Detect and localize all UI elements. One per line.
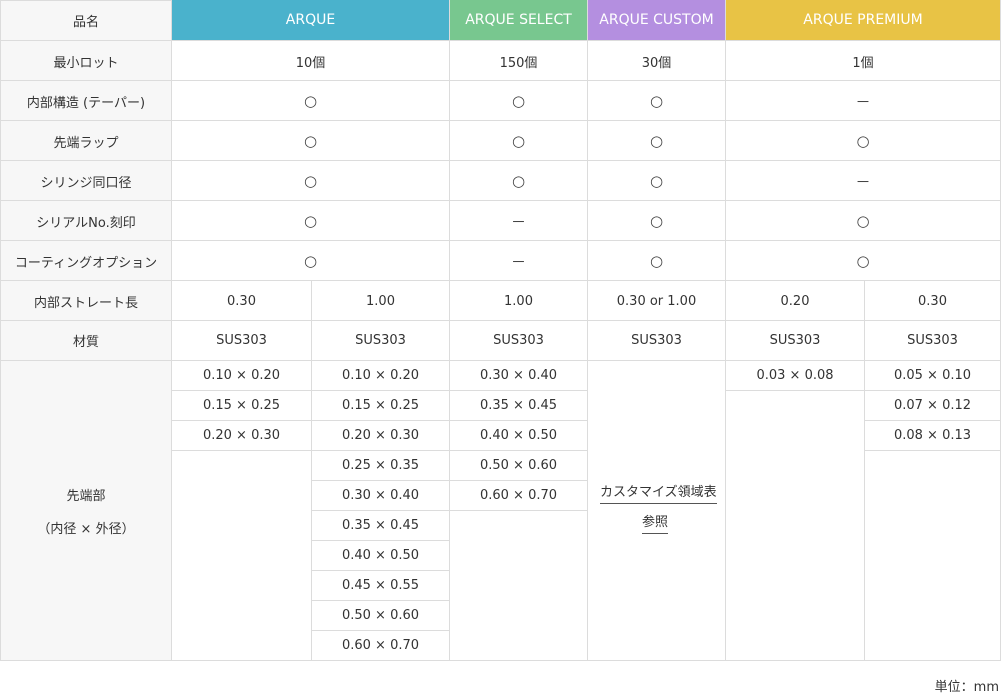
row-label: コーティングオプション	[0, 241, 172, 281]
value-premium: －	[726, 81, 1001, 121]
value-arque-b: 1.00	[312, 281, 450, 321]
row-tip-lap: 先端ラップ ○ ○ ○ ○	[0, 121, 1001, 161]
value-arque: ○	[172, 241, 450, 281]
row-straight-length: 内部ストレート長 0.30 1.00 1.00 0.30 or 1.00 0.2…	[0, 281, 1001, 321]
value-premium-a: 0.20	[726, 281, 865, 321]
row-serial: シリアルNo.刻印 ○ － ○ ○	[0, 201, 1001, 241]
tip-premium-a-0: 0.03 × 0.08	[726, 361, 864, 391]
value-select: 1.00	[450, 281, 588, 321]
tip-premium-b-2: 0.08 × 0.13	[865, 421, 1000, 451]
value-select: SUS303	[450, 321, 588, 360]
tip-label-line1: 先端部	[66, 489, 106, 504]
value-custom: 30個	[588, 41, 726, 81]
value-arque: ○	[172, 81, 450, 121]
tip-arque-b-8: 0.50 × 0.60	[312, 601, 449, 631]
tip-select-2: 0.40 × 0.50	[450, 421, 587, 451]
tip-arque-a-2: 0.20 × 0.30	[172, 421, 311, 451]
value-premium-b: 0.30	[865, 281, 1001, 321]
tip-arque-a-1: 0.15 × 0.25	[172, 391, 311, 421]
tip-premium-b-1: 0.07 × 0.12	[865, 391, 1000, 421]
value-premium: ○	[726, 121, 1001, 161]
tip-select-3: 0.50 × 0.60	[450, 451, 587, 481]
value-arque-a: SUS303	[172, 321, 312, 360]
row-label: 先端ラップ	[0, 121, 172, 161]
tip-section: 先端部 （内径 × 外径） 0.10 × 0.20 0.15 × 0.25 0.…	[0, 361, 1001, 661]
tip-arque-b-9: 0.60 × 0.70	[312, 631, 449, 661]
value-select: －	[450, 201, 588, 241]
row-coating: コーティングオプション ○ － ○ ○	[0, 241, 1001, 281]
value-custom: ○	[588, 121, 726, 161]
tip-select-4: 0.60 × 0.70	[450, 481, 587, 511]
value-select: ○	[450, 81, 588, 121]
custom-ref-link-1[interactable]: カスタマイズ領域表	[600, 481, 717, 504]
row-label: 内部構造 (テーパー)	[0, 81, 172, 121]
tip-arque-b-3: 0.25 × 0.35	[312, 451, 449, 481]
value-custom: ○	[588, 81, 726, 121]
value-select: ○	[450, 121, 588, 161]
value-premium: －	[726, 161, 1001, 201]
tip-arque-b-7: 0.45 × 0.55	[312, 571, 449, 601]
tip-arque-b-4: 0.30 × 0.40	[312, 481, 449, 511]
tip-arque-b-5: 0.35 × 0.45	[312, 511, 449, 541]
row-min-lot: 最小ロット 10個 150個 30個 1個	[0, 41, 1001, 81]
row-label: 最小ロット	[0, 41, 172, 81]
unit-note: 単位：mm	[934, 680, 999, 695]
tip-arque-b-0: 0.10 × 0.20	[312, 361, 449, 391]
row-label: シリアルNo.刻印	[0, 201, 172, 241]
custom-ref-link-2[interactable]: 参照	[642, 511, 669, 534]
row-label: シリンジ同口径	[0, 161, 172, 201]
header-label: 品名	[0, 0, 172, 40]
header-arque-custom: ARQUE CUSTOM	[588, 0, 726, 40]
tip-arque-b-2: 0.20 × 0.30	[312, 421, 449, 451]
row-syringe: シリンジ同口径 ○ ○ ○ －	[0, 161, 1001, 201]
value-arque: ○	[172, 121, 450, 161]
value-custom: SUS303	[588, 321, 726, 360]
value-premium: 1個	[726, 41, 1001, 81]
value-arque-a: 0.30	[172, 281, 312, 321]
row-taper: 内部構造 (テーパー) ○ ○ ○ －	[0, 81, 1001, 121]
tip-arque-a-0: 0.10 × 0.20	[172, 361, 311, 391]
header-arque-select: ARQUE SELECT	[450, 0, 588, 40]
value-arque: 10個	[172, 41, 450, 81]
header-row: 品名 ARQUE ARQUE SELECT ARQUE CUSTOM ARQUE…	[0, 0, 1001, 40]
tip-premium-b-0: 0.05 × 0.10	[865, 361, 1000, 391]
header-arque: ARQUE	[172, 0, 450, 40]
value-custom: ○	[588, 241, 726, 281]
tip-label-line2: （内径 × 外径）	[37, 522, 135, 537]
value-custom: 0.30 or 1.00	[588, 281, 726, 321]
value-select: ○	[450, 161, 588, 201]
tip-arque-b-6: 0.40 × 0.50	[312, 541, 449, 571]
value-arque-b: SUS303	[312, 321, 450, 360]
value-select: 150個	[450, 41, 588, 81]
value-arque: ○	[172, 161, 450, 201]
row-label: 材質	[0, 321, 172, 360]
row-label: 内部ストレート長	[0, 281, 172, 321]
tip-select-1: 0.35 × 0.45	[450, 391, 587, 421]
tip-select-0: 0.30 × 0.40	[450, 361, 587, 391]
value-premium: ○	[726, 241, 1001, 281]
header-arque-premium: ARQUE PREMIUM	[726, 0, 1001, 40]
value-custom: ○	[588, 201, 726, 241]
value-custom: ○	[588, 161, 726, 201]
value-premium-a: SUS303	[726, 321, 865, 360]
value-arque: ○	[172, 201, 450, 241]
value-premium-b: SUS303	[865, 321, 1001, 360]
tip-arque-b-1: 0.15 × 0.25	[312, 391, 449, 421]
row-material: 材質 SUS303 SUS303 SUS303 SUS303 SUS303 SU…	[0, 321, 1001, 360]
value-select: －	[450, 241, 588, 281]
value-premium: ○	[726, 201, 1001, 241]
tip-label: 先端部 （内径 × 外径）	[0, 361, 172, 661]
